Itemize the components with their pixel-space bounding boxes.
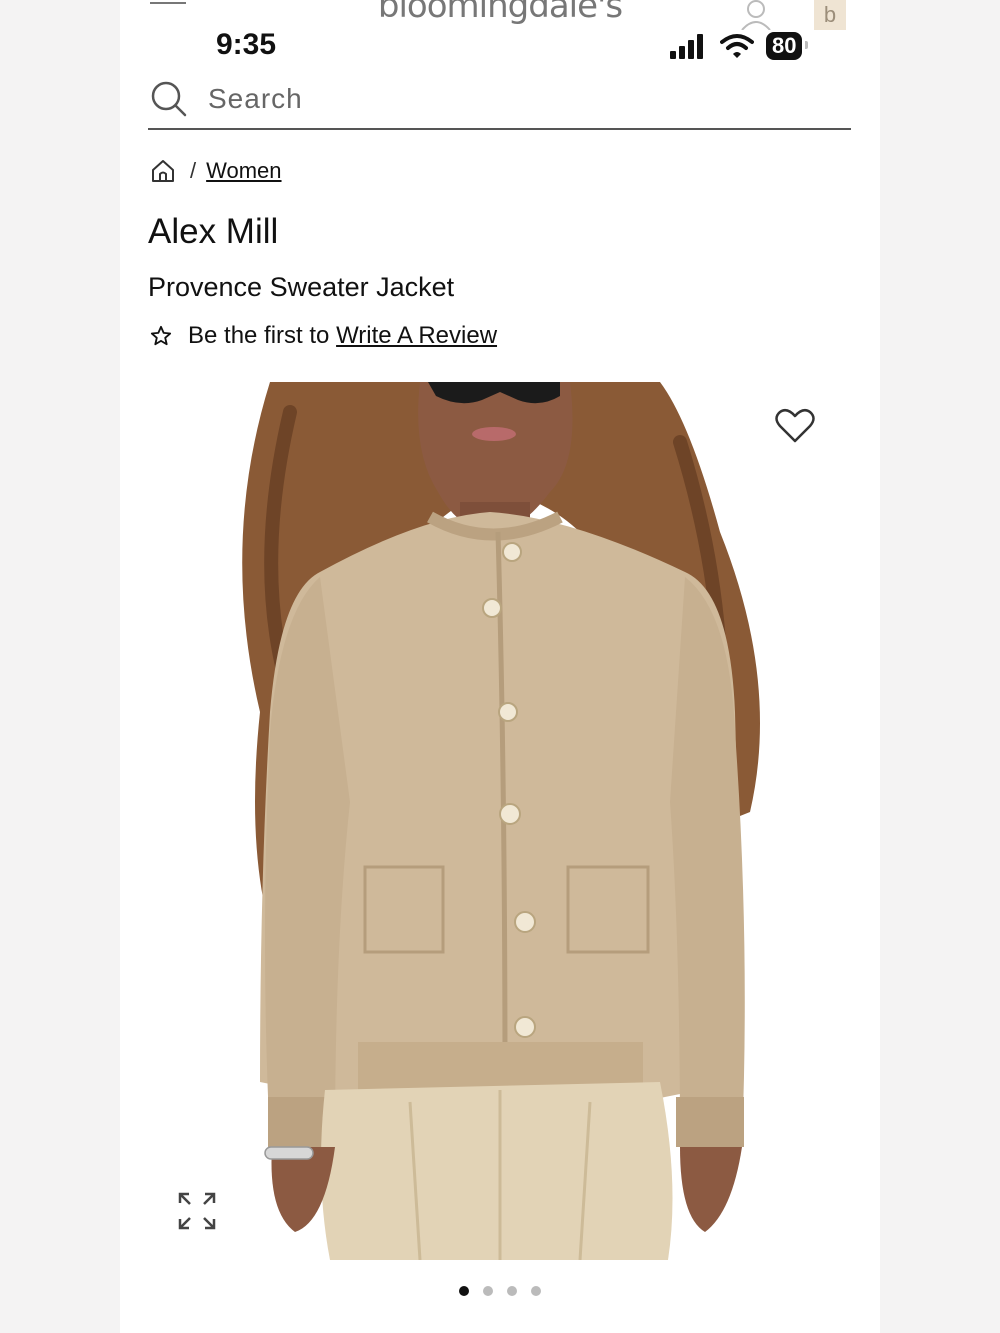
- search-bar[interactable]: [148, 70, 851, 130]
- product-brand[interactable]: Alex Mill: [148, 212, 278, 252]
- product-title: Provence Sweater Jacket: [148, 272, 455, 302]
- product-image-carousel[interactable]: [120, 382, 880, 1261]
- shopping-bag-icon[interactable]: b: [814, 0, 846, 30]
- expand-image-icon[interactable]: [176, 1190, 218, 1232]
- wifi-icon: [720, 34, 754, 58]
- carousel-dot-3[interactable]: [507, 1286, 517, 1296]
- breadcrumb: / Women: [150, 158, 282, 184]
- status-time: 9:35: [216, 28, 277, 61]
- product-image: [242, 382, 760, 1261]
- app-screen: bloomingdale's b 9:35 80 Search / Women …: [120, 0, 880, 1333]
- breadcrumb-link-women[interactable]: Women: [206, 158, 281, 184]
- account-icon[interactable]: [738, 0, 774, 30]
- review-prefix: Be the first to: [188, 322, 330, 349]
- battery-tip: [805, 41, 809, 49]
- battery-indicator: 80: [766, 32, 809, 60]
- carousel-dot-2[interactable]: [483, 1286, 493, 1296]
- battery-level: 80: [772, 33, 797, 58]
- breadcrumb-separator: /: [190, 158, 197, 183]
- wishlist-heart-icon[interactable]: [775, 408, 815, 444]
- write-review-link[interactable]: Write A Review: [336, 322, 497, 350]
- review-row: Be the first to Write A Review: [150, 322, 497, 350]
- signal-icon: [670, 34, 703, 59]
- carousel-pagination: [120, 1286, 880, 1296]
- star-icon: [150, 325, 172, 346]
- status-icons: 80: [668, 30, 809, 62]
- search-input[interactable]: [206, 82, 810, 116]
- carousel-dot-1[interactable]: [459, 1286, 469, 1296]
- search-icon: [151, 81, 187, 117]
- carousel-dot-4[interactable]: [531, 1286, 541, 1296]
- home-icon[interactable]: [150, 158, 176, 184]
